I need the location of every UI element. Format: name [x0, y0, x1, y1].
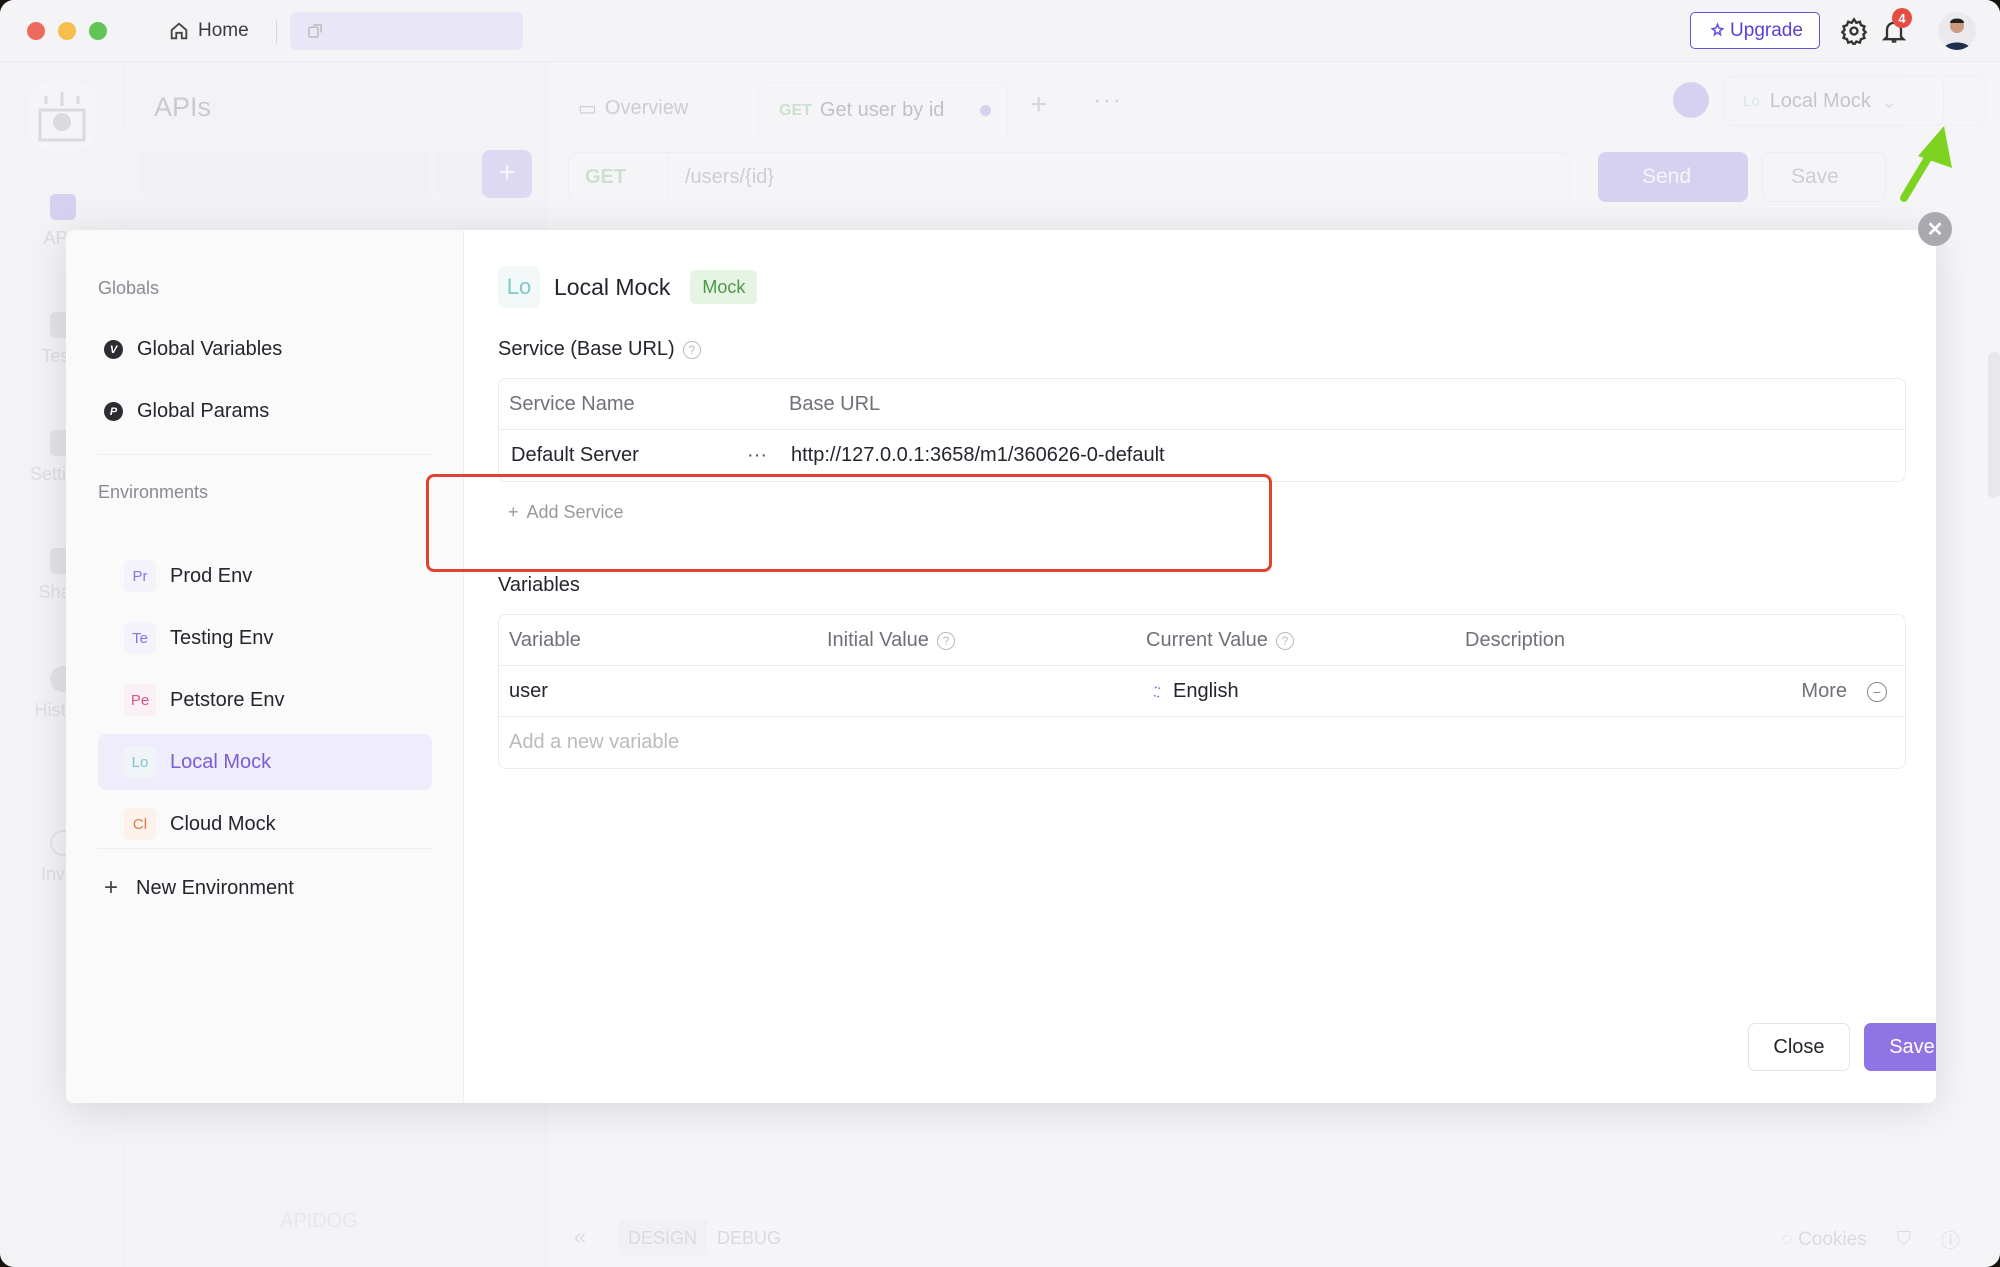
- variables-table: Variable Initial Value? Current Value? D…: [498, 614, 1906, 769]
- divider: [98, 454, 432, 455]
- environment-label: Prod Env: [170, 564, 253, 587]
- project-tab[interactable]: [290, 12, 523, 50]
- initial-value-input[interactable]: [827, 666, 1127, 717]
- environment-header: Lo Local Mock Mock: [498, 266, 758, 308]
- environment-item[interactable]: Pr Prod Env: [98, 548, 432, 604]
- scrollbar[interactable]: [1988, 352, 2000, 498]
- table-header: Variable Initial Value? Current Value? D…: [499, 615, 1905, 666]
- environment-label: Testing Env: [170, 626, 274, 649]
- app-window: Home Upgrade 4 APIs Tests Settings Share…: [0, 0, 2000, 1267]
- environment-label: Local Mock: [170, 750, 272, 773]
- environment-manager-modal: Globals V Global Variables P Global Para…: [66, 230, 1936, 1103]
- environments-header: Environments: [98, 482, 209, 502]
- env-name[interactable]: Local Mock: [554, 274, 670, 301]
- plus-icon: +: [508, 502, 519, 522]
- new-environment-button[interactable]: + New Environment: [104, 874, 294, 902]
- user-avatar[interactable]: [1938, 12, 1976, 50]
- maximize-window-button[interactable]: [89, 22, 107, 40]
- add-variable-input[interactable]: Add a new variable: [509, 717, 679, 768]
- col-current-value: Current Value?: [1146, 615, 1294, 666]
- variable-name-input[interactable]: user: [509, 666, 548, 717]
- avatar-image: [1943, 18, 1971, 50]
- col-variable: Variable: [509, 629, 581, 651]
- col-initial-value: Initial Value?: [827, 615, 955, 666]
- home-icon: [170, 22, 188, 40]
- environment-item[interactable]: Cl Cloud Mock: [98, 796, 432, 852]
- notification-badge: 4: [1892, 8, 1912, 28]
- table-row: user English More −: [499, 666, 1905, 717]
- service-section-title: Service (Base URL)?: [498, 338, 701, 361]
- modal-sidebar: Globals V Global Variables P Global Para…: [66, 230, 464, 1103]
- close-window-button[interactable]: [27, 22, 45, 40]
- environment-item[interactable]: Te Testing Env: [98, 610, 432, 666]
- close-button[interactable]: Close: [1748, 1023, 1850, 1071]
- env-abbr-badge: Te: [124, 622, 156, 654]
- home-tab[interactable]: Home: [168, 18, 249, 44]
- home-label: Home: [198, 20, 249, 41]
- minimize-window-button[interactable]: [58, 22, 76, 40]
- env-type-tag: Mock: [690, 270, 758, 304]
- table-header: Service Name Base URL: [499, 379, 1905, 430]
- add-variable-row: Add a new variable: [499, 717, 1905, 768]
- globals-header: Globals: [98, 278, 160, 298]
- tab-divider: [276, 20, 277, 44]
- environment-detail: Lo Local Mock Mock Service (Base URL)? S…: [464, 230, 1936, 1103]
- environment-label: Cloud Mock: [170, 812, 276, 835]
- variables-section-title: Variables: [498, 574, 580, 596]
- add-service-button[interactable]: + Add Service: [508, 502, 624, 523]
- env-abbr-badge: Pe: [124, 684, 156, 716]
- save-button[interactable]: Save: [1864, 1023, 1936, 1071]
- remove-row-icon[interactable]: −: [1867, 681, 1887, 702]
- table-row: Default Server ··· http://127.0.0.1:3658…: [499, 430, 1905, 481]
- environment-item[interactable]: Pe Petstore Env: [98, 672, 432, 728]
- global-variables-item[interactable]: V Global Variables: [104, 338, 282, 361]
- service-table: Service Name Base URL Default Server ···…: [498, 378, 1906, 482]
- help-icon[interactable]: ?: [682, 340, 701, 359]
- service-name-input[interactable]: Default Server: [511, 430, 639, 481]
- plus-icon: +: [104, 874, 119, 901]
- upgrade-label: Upgrade: [1730, 19, 1803, 41]
- base-url-input[interactable]: http://127.0.0.1:3658/m1/360626-0-defaul…: [791, 430, 1165, 481]
- environment-item[interactable]: Lo Local Mock: [98, 734, 432, 790]
- col-description: Description: [1465, 629, 1566, 651]
- close-modal-icon[interactable]: ✕: [1918, 212, 1952, 246]
- col-base-url: Base URL: [789, 393, 881, 415]
- env-abbr-badge: Pr: [124, 560, 156, 592]
- help-icon[interactable]: ?: [936, 631, 955, 650]
- sparkle-icon: [1710, 21, 1725, 37]
- annotation-arrow-icon: [1900, 126, 1952, 202]
- global-params-item[interactable]: P Global Params: [104, 400, 269, 423]
- description-input[interactable]: [1465, 666, 1745, 717]
- variables-icon: V: [104, 340, 123, 359]
- row-more-button[interactable]: More −: [1801, 666, 1887, 717]
- upgrade-button[interactable]: Upgrade: [1690, 12, 1820, 49]
- col-service-name: Service Name: [509, 393, 635, 415]
- gear-icon[interactable]: [1840, 17, 1868, 45]
- environment-label: Petstore Env: [170, 688, 285, 711]
- help-icon[interactable]: ?: [1275, 631, 1294, 650]
- link-broken-icon[interactable]: [1149, 684, 1165, 700]
- divider: [98, 848, 432, 849]
- env-abbr-badge: Lo: [498, 266, 540, 308]
- env-abbr-badge: Cl: [124, 808, 156, 840]
- title-bar: Home Upgrade 4: [0, 0, 2000, 62]
- service-more-button[interactable]: ···: [747, 430, 767, 481]
- current-value-input[interactable]: English: [1149, 666, 1239, 717]
- env-abbr-badge: Lo: [124, 746, 156, 778]
- external-link-icon: [308, 24, 322, 38]
- params-icon: P: [104, 402, 123, 421]
